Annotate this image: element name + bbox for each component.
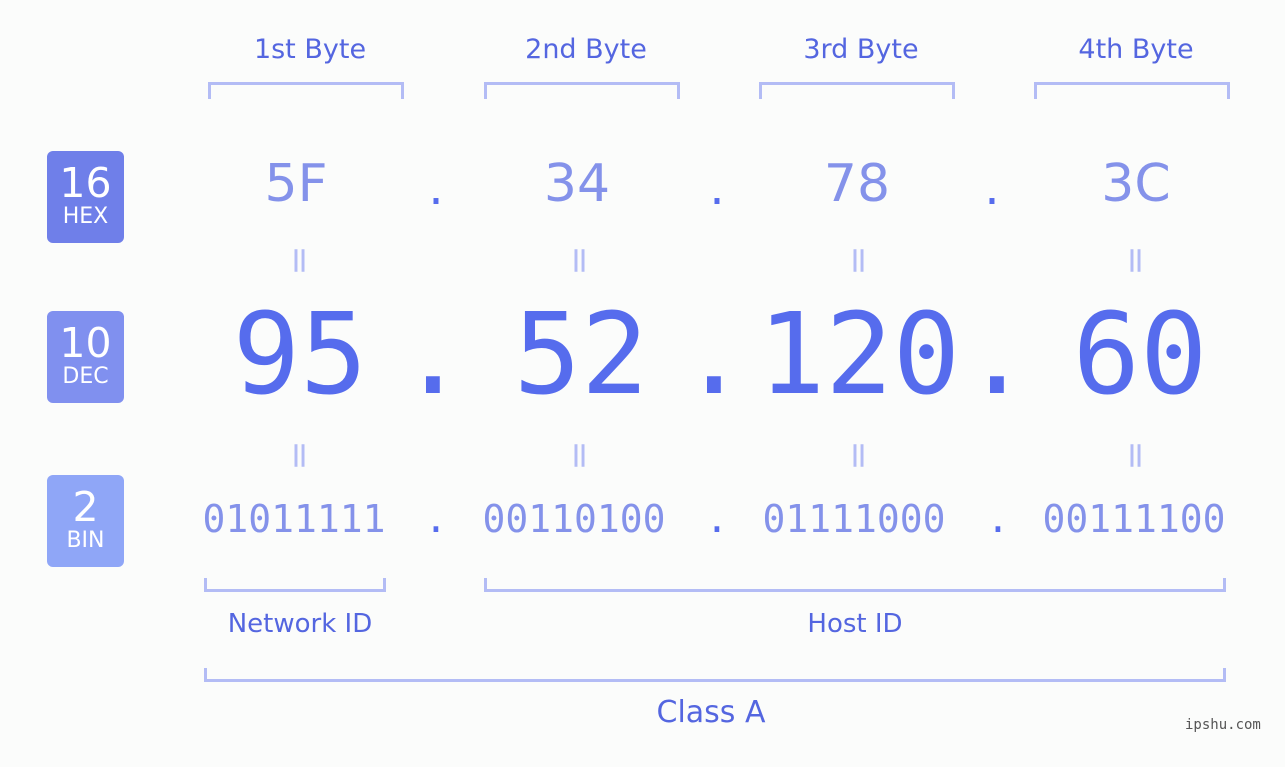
equals-hex-dec-3: =	[838, 245, 880, 276]
hex-value-2: 34	[543, 154, 611, 214]
equals-dec-bin-2: =	[559, 440, 601, 471]
network-id-bracket	[204, 578, 386, 592]
byte-header-1: 1st Byte	[253, 34, 367, 65]
byte-bracket-3	[759, 82, 955, 99]
dec-separator-1: .	[399, 290, 467, 420]
dec-separator-3: .	[963, 290, 1031, 420]
bin-value-1: 01011111	[202, 497, 386, 541]
hex-value-3: 78	[823, 154, 891, 214]
bin-badge: 2 BIN	[47, 475, 124, 567]
network-id-label: Network ID	[227, 609, 373, 639]
byte-bracket-1	[208, 82, 404, 99]
byte-header-4: 4th Byte	[1078, 34, 1194, 65]
equals-dec-bin-1: =	[279, 440, 321, 471]
equals-dec-bin-3: =	[838, 440, 880, 471]
dec-value-4: 60	[1072, 290, 1208, 420]
class-label: Class A	[656, 695, 766, 730]
hex-badge: 16 HEX	[47, 151, 124, 243]
hex-separator-3: .	[984, 160, 1000, 216]
dec-badge: 10 DEC	[47, 311, 124, 403]
hex-separator-1: .	[428, 160, 444, 216]
equals-hex-dec-4: =	[1115, 245, 1157, 276]
watermark: ipshu.com	[1185, 717, 1261, 733]
bin-label: BIN	[66, 528, 105, 553]
hex-separator-2: .	[709, 160, 725, 216]
equals-hex-dec-2: =	[559, 245, 601, 276]
dec-label: DEC	[62, 364, 109, 389]
class-bracket	[204, 668, 1226, 682]
byte-bracket-4	[1034, 82, 1230, 99]
host-id-bracket	[484, 578, 1226, 592]
bin-separator-3: .	[986, 497, 1010, 541]
byte-header-2: 2nd Byte	[525, 34, 647, 65]
byte-header-3: 3rd Byte	[803, 34, 919, 65]
hex-base: 16	[59, 159, 112, 207]
equals-dec-bin-4: =	[1115, 440, 1157, 471]
bin-base: 2	[72, 483, 99, 531]
dec-base: 10	[59, 319, 112, 367]
bin-separator-2: .	[705, 497, 729, 541]
bin-separator-1: .	[424, 497, 448, 541]
host-id-label: Host ID	[807, 609, 903, 639]
byte-bracket-2	[484, 82, 680, 99]
bin-value-2: 00110100	[482, 497, 666, 541]
hex-value-4: 3C	[1101, 154, 1171, 214]
dec-separator-2: .	[680, 290, 748, 420]
equals-hex-dec-1: =	[279, 245, 321, 276]
hex-label: HEX	[62, 204, 109, 229]
bin-value-3: 01111000	[762, 497, 946, 541]
hex-value-1: 5F	[264, 154, 328, 214]
bin-value-4: 00111100	[1042, 497, 1226, 541]
dec-value-3: 120	[757, 290, 961, 420]
